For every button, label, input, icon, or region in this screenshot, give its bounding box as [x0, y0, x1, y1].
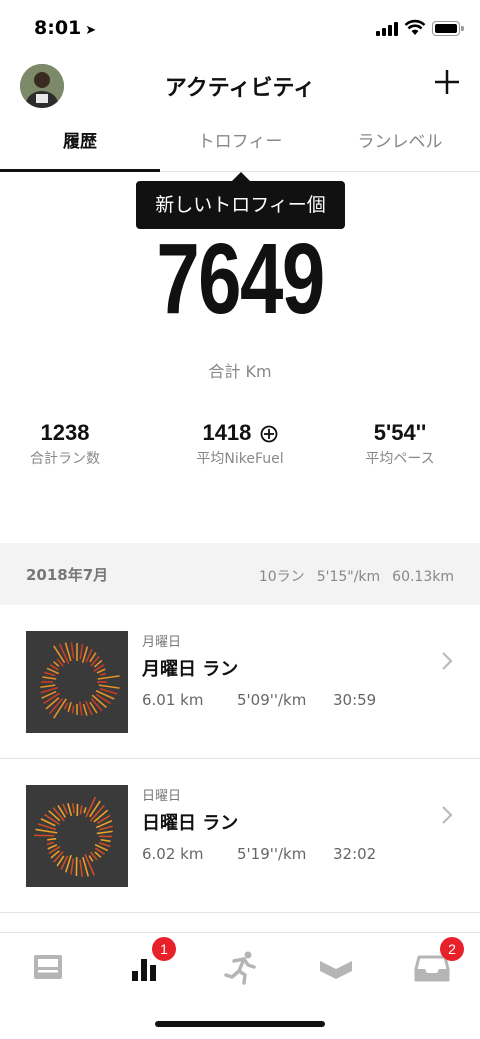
nav-feed[interactable] [28, 947, 68, 987]
run-duration: 30:59 [333, 691, 377, 709]
pace-ray [70, 642, 75, 659]
chevron-right-icon [442, 652, 453, 670]
pace-ray [94, 851, 102, 858]
run-day: 日曜日 [142, 789, 182, 804]
page-title: アクティビティ [164, 76, 316, 101]
nav-activity[interactable]: 1 [124, 937, 176, 987]
stat-value: 1418 [202, 420, 252, 445]
stat-label: 合計ラン数 [30, 451, 100, 467]
pace-ray [46, 841, 55, 846]
run-pace: 5'19''/km [237, 845, 307, 863]
tab-trophies[interactable]: トロフィー [160, 118, 320, 171]
month-name: 2018年7月 [26, 566, 109, 584]
pace-ray [63, 702, 69, 710]
pace-ray [47, 844, 58, 850]
total-distance-label: 合計 Km [208, 362, 272, 381]
month-summary: 10ラン 5'15"/km 60.13km [247, 566, 454, 586]
pace-ray [82, 703, 88, 716]
pace-ray [88, 855, 94, 862]
pace-ray [42, 676, 57, 680]
pace-ray [44, 671, 56, 677]
stat-avg-nikefuel: 1418 平均NikeFuel [160, 420, 320, 468]
nav-club[interactable] [316, 947, 356, 987]
pace-ray [67, 803, 73, 816]
runner-icon [224, 951, 256, 985]
month-runs: 10ラン [258, 569, 305, 585]
nav-inbox[interactable]: 2 [412, 937, 464, 987]
tab-run-level[interactable]: ランレベル [320, 118, 480, 171]
location-arrow-icon: ➤ [85, 23, 97, 38]
run-distance: 6.02 km [142, 845, 204, 863]
run-title: 日曜日 ラン [142, 813, 239, 834]
chevron-right-icon [442, 806, 453, 824]
pace-ray [83, 807, 87, 814]
month-pace: 5'15"/km [316, 569, 381, 585]
stat-value-row: 1418 [160, 420, 320, 446]
stat-label: 平均NikeFuel [196, 451, 284, 467]
run-map-thumbnail [26, 631, 128, 733]
plus-icon[interactable] [432, 67, 462, 97]
cellular-signal-icon [376, 22, 398, 36]
club-chevron-icon [320, 961, 352, 979]
status-bar: 8:01 ➤ [0, 0, 480, 58]
run-pace: 5'09''/km [237, 691, 307, 709]
pace-ray [71, 705, 75, 714]
pace-ray [35, 828, 58, 834]
nav-run[interactable] [220, 947, 260, 987]
pace-ray [79, 805, 83, 815]
total-distance: 7649 [156, 223, 325, 335]
battery-icon [432, 21, 464, 36]
run-day: 月曜日 [142, 635, 182, 650]
pace-ray [70, 858, 75, 875]
stat-label: 平均ペース [365, 451, 435, 467]
home-indicator [155, 1021, 325, 1027]
nikefuel-icon [260, 425, 277, 443]
pace-ray [79, 859, 84, 877]
notification-badge: 1 [152, 937, 176, 961]
pace-ray [62, 803, 69, 815]
pace-ray [53, 645, 66, 664]
pace-ray [98, 684, 120, 689]
pace-ray [79, 644, 84, 660]
tab-bar: 履歴 トロフィー ランレベル [0, 118, 480, 172]
pace-ray [100, 838, 111, 843]
pace-ray [99, 672, 107, 677]
pace-ray [96, 668, 106, 674]
run-list-item[interactable]: 月曜日 月曜日 ラン 6.01 km 5'09''/km 30:59 [0, 605, 480, 759]
stat-value: 1238 [40, 420, 90, 445]
pace-ray [98, 842, 111, 848]
pace-ray [71, 803, 75, 814]
pace-ray [45, 697, 60, 710]
notification-badge: 2 [440, 937, 464, 961]
run-map-thumbnail [26, 785, 128, 887]
stat-value: 5'54'' [373, 420, 427, 445]
pace-ray [90, 698, 103, 712]
pace-ray [89, 800, 101, 818]
run-duration: 32:02 [333, 845, 377, 863]
month-header: 2018年7月 10ラン 5'15"/km 60.13km [0, 543, 480, 605]
pace-ray [40, 684, 56, 689]
wifi-icon [404, 19, 426, 35]
pace-ray [96, 830, 113, 835]
tab-history[interactable]: 履歴 [0, 118, 160, 172]
bottom-nav: 1 2 [0, 932, 480, 1039]
pace-ray [93, 809, 109, 823]
summary-stats: 1238 合計ラン数 1418 平均NikeFuel 5'54'' 平均ペース [0, 420, 480, 470]
pace-ray [67, 701, 72, 712]
pace-ray [53, 661, 60, 667]
month-distance: 60.13km [392, 569, 454, 585]
pace-ray [97, 675, 120, 680]
stat-avg-pace: 5'54'' 平均ペース [320, 420, 480, 468]
run-distance: 6.01 km [142, 691, 204, 709]
pace-ray [47, 837, 57, 841]
run-list-item[interactable]: 日曜日 日曜日 ラン 6.02 km 5'19''/km 32:02 [0, 759, 480, 913]
stat-total-runs: 1238 合計ラン数 [0, 420, 145, 468]
run-title: 月曜日 ラン [142, 659, 239, 680]
pace-ray [79, 701, 83, 716]
clock-text: 8:01 [34, 17, 82, 39]
pace-ray [98, 825, 113, 831]
feed-icon [34, 955, 62, 979]
status-time: 8:01 ➤ [34, 17, 96, 39]
app-header: アクティビティ [0, 58, 480, 114]
